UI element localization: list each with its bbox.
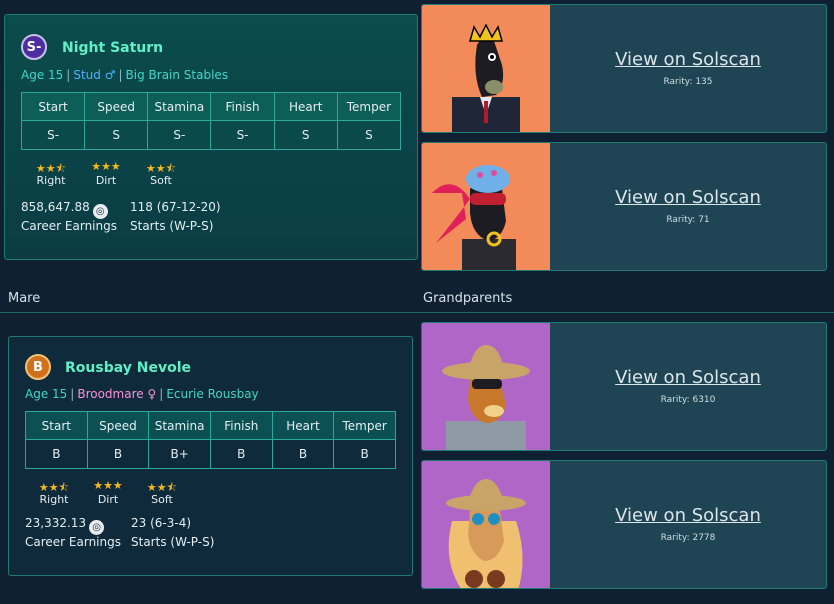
stat-value: S- bbox=[20, 120, 86, 150]
star-rating-icon: ★★⯪ bbox=[145, 162, 177, 175]
stat-value: B+ bbox=[148, 439, 211, 469]
grandparents-section-label: Grandparents bbox=[423, 291, 513, 306]
starts-label: Starts (W-P-S) bbox=[130, 219, 214, 233]
stat-value: S- bbox=[210, 120, 275, 150]
pref-condition: ★★⯪ Soft bbox=[136, 479, 188, 506]
stud-role: Stud bbox=[73, 68, 101, 82]
stat-header: Temper bbox=[336, 92, 402, 121]
mare-section-label: Mare bbox=[8, 291, 41, 306]
mare-age: Age 15 bbox=[25, 387, 68, 401]
earnings-label: Career Earnings bbox=[25, 535, 121, 549]
star-rating-icon: ★★⯪ bbox=[38, 481, 70, 494]
stat-header: Stamina bbox=[148, 411, 211, 440]
pref-direction: ★★⯪ Right bbox=[25, 160, 77, 187]
mare-stats-table: Start Speed Stamina Finish Heart Temper … bbox=[25, 411, 396, 469]
pref-condition: ★★⯪ Soft bbox=[135, 160, 187, 187]
stat-header: Stamina bbox=[147, 92, 212, 121]
stat-value: B bbox=[271, 439, 335, 469]
pref-label: Right bbox=[39, 493, 69, 506]
stud-card: S- Night Saturn Age 15 | Stud ♂ | Big Brain … bbox=[4, 14, 418, 260]
mare-card: B Rousbay Nevole Age 15 | Broodmare ♀ | Ecur… bbox=[8, 336, 413, 576]
pref-surface: ★★★ Dirt bbox=[82, 479, 134, 506]
grandparent-card: View on Solscan Rarity: 135 bbox=[421, 4, 827, 133]
rarity-text: Rarity: 2778 bbox=[660, 533, 716, 543]
section-divider bbox=[0, 312, 834, 313]
stud-age: Age 15 bbox=[21, 68, 64, 82]
pref-label: Soft bbox=[150, 174, 172, 187]
stat-header: Speed bbox=[84, 92, 149, 121]
pref-direction: ★★⯪ Right bbox=[28, 479, 80, 506]
pref-label: Dirt bbox=[97, 493, 119, 506]
mare-grade-badge: B bbox=[25, 354, 51, 380]
starts-value: 23 (6-3-4) bbox=[131, 516, 192, 530]
grandparent-image bbox=[422, 461, 550, 588]
solscan-link[interactable]: View on Solscan bbox=[550, 367, 826, 388]
earnings-value: 858,647.88 ◎ bbox=[21, 200, 108, 219]
stud-horse-name[interactable]: Night Saturn bbox=[62, 40, 163, 56]
pref-surface: ★★★ Dirt bbox=[80, 160, 132, 187]
coin-icon: ◎ bbox=[92, 204, 108, 219]
grandparent-card: View on Solscan Rarity: 6310 bbox=[421, 322, 827, 451]
pref-label: Dirt bbox=[95, 174, 117, 187]
stat-value: S bbox=[84, 120, 149, 150]
solscan-link[interactable]: View on Solscan bbox=[550, 505, 826, 526]
grandparent-image bbox=[422, 143, 550, 270]
mare-meta: Age 15 | Broodmare ♀ | Ecurie Rousbay bbox=[25, 387, 259, 401]
stat-header: Start bbox=[25, 411, 88, 440]
starts-label: Starts (W-P-S) bbox=[131, 535, 215, 549]
pref-label: Right bbox=[36, 174, 66, 187]
starts-value: 118 (67-12-20) bbox=[130, 200, 221, 214]
star-rating-icon: ★★⯪ bbox=[146, 481, 178, 494]
stat-header: Finish bbox=[210, 92, 275, 121]
star-rating-icon: ★★⯪ bbox=[35, 162, 67, 175]
stat-header: Start bbox=[20, 92, 86, 121]
mare-stable-link[interactable]: Ecurie Rousbay bbox=[166, 387, 258, 401]
star-rating-icon: ★★★ bbox=[91, 160, 121, 173]
stat-value: B bbox=[333, 439, 396, 469]
stat-header: Speed bbox=[86, 411, 150, 440]
stat-header: Finish bbox=[209, 411, 273, 440]
grandparent-image bbox=[422, 323, 550, 450]
stat-value: S bbox=[336, 120, 402, 150]
coin-icon: ◎ bbox=[89, 520, 105, 535]
stat-value: S- bbox=[147, 120, 212, 150]
male-icon: ♂ bbox=[104, 68, 116, 82]
grandparent-image bbox=[422, 5, 550, 132]
stat-header: Heart bbox=[271, 411, 335, 440]
rarity-text: Rarity: 71 bbox=[666, 215, 710, 225]
stat-header: Temper bbox=[333, 411, 396, 440]
grandparent-card: View on Solscan Rarity: 71 bbox=[421, 142, 827, 271]
earnings-value: 23,332.13 ◎ bbox=[25, 516, 105, 535]
rarity-text: Rarity: 6310 bbox=[660, 395, 716, 405]
solscan-link[interactable]: View on Solscan bbox=[550, 49, 826, 70]
grandparent-card: View on Solscan Rarity: 2778 bbox=[421, 460, 827, 589]
mare-horse-name[interactable]: Rousbay Nevole bbox=[65, 360, 191, 376]
stat-value: S bbox=[273, 120, 338, 150]
stud-meta: Age 15 | Stud ♂ | Big Brain Stables bbox=[21, 68, 229, 82]
stat-value: B bbox=[25, 439, 88, 469]
earnings-label: Career Earnings bbox=[21, 219, 117, 233]
stat-value: B bbox=[86, 439, 150, 469]
stat-header: Heart bbox=[273, 92, 338, 121]
pref-label: Soft bbox=[151, 493, 173, 506]
rarity-text: Rarity: 135 bbox=[663, 77, 713, 87]
stud-stable-link[interactable]: Big Brain Stables bbox=[126, 68, 229, 82]
stud-grade-badge: S- bbox=[21, 34, 47, 60]
solscan-link[interactable]: View on Solscan bbox=[550, 187, 826, 208]
stud-stats-table: Start Speed Stamina Finish Heart Temper … bbox=[20, 92, 402, 150]
stat-value: B bbox=[209, 439, 273, 469]
mare-role: Broodmare bbox=[77, 387, 144, 401]
star-rating-icon: ★★★ bbox=[93, 479, 123, 492]
female-icon: ♀ bbox=[147, 387, 157, 401]
